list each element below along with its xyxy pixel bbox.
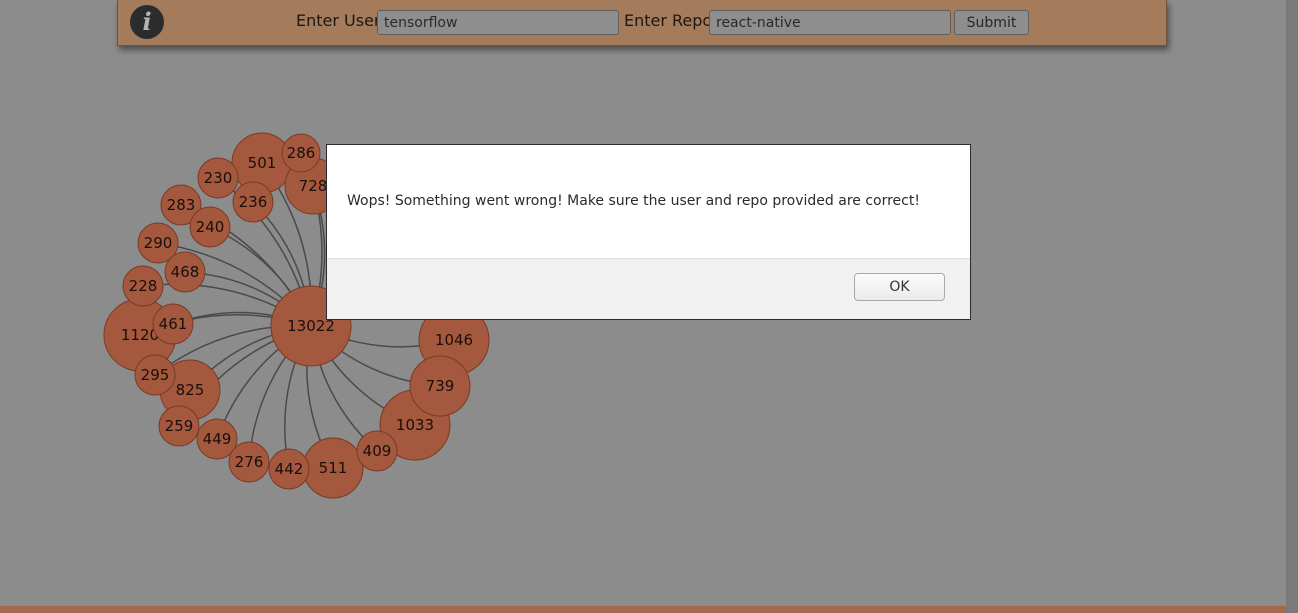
graph-node-label: 240 (196, 218, 225, 236)
graph-node-label: 1046 (435, 331, 473, 349)
graph-node-label: 276 (235, 453, 264, 471)
graph-node[interactable]: 295 (134, 354, 176, 396)
graph-node-label: 295 (141, 366, 170, 384)
ok-button[interactable]: OK (854, 273, 945, 301)
graph-node[interactable]: 461 (152, 303, 194, 345)
graph-node-label: 511 (319, 459, 348, 477)
graph-node-label: 228 (129, 277, 158, 295)
repo-input[interactable] (709, 10, 951, 35)
graph-node-label: 449 (203, 430, 232, 448)
graph-node[interactable]: 286 (281, 133, 321, 173)
graph-node-label: 501 (248, 154, 277, 172)
graph-node-label: 290 (144, 234, 173, 252)
graph-node[interactable]: 236 (232, 181, 274, 223)
dialog-footer: OK (327, 258, 970, 319)
graph-node-label: 236 (239, 193, 268, 211)
graph-node[interactable]: 409 (356, 430, 398, 472)
graph-node-label: 283 (167, 196, 196, 214)
graph-node[interactable]: 468 (164, 251, 206, 293)
graph-node-label: 461 (159, 315, 188, 333)
graph-node[interactable]: 276 (228, 441, 270, 483)
graph-node-label: 442 (275, 460, 304, 478)
graph-node-label: 259 (165, 417, 194, 435)
graph-node-label: 409 (363, 442, 392, 460)
info-icon[interactable]: i (130, 5, 164, 39)
repo-label: Enter Repo (624, 11, 713, 30)
dialog-message: Wops! Something went wrong! Make sure th… (347, 193, 920, 209)
alert-dialog: Wops! Something went wrong! Make sure th… (326, 144, 971, 320)
submit-button[interactable]: Submit (954, 10, 1029, 35)
header-bar: i Enter User Enter Repo Submit (117, 0, 1167, 46)
graph-node-label: 825 (176, 381, 205, 399)
user-label: Enter User (296, 11, 381, 30)
graph-node[interactable]: 511 (302, 437, 364, 499)
graph-node[interactable]: 228 (122, 265, 164, 307)
dialog-body: Wops! Something went wrong! Make sure th… (327, 145, 970, 258)
page: 1120 1033 1046 501 825 511 739 728 230 236 283 240 2… (0, 0, 1298, 613)
graph-node[interactable]: 739 (409, 355, 471, 417)
graph-node[interactable]: 230 (197, 157, 239, 199)
graph-node[interactable]: 240 (189, 206, 231, 248)
graph-node-label: 728 (299, 177, 328, 195)
graph-node-label: 468 (171, 263, 200, 281)
graph-node[interactable]: 259 (158, 405, 200, 447)
user-input[interactable] (377, 10, 619, 35)
graph-node-label: 286 (287, 144, 316, 162)
graph-node-label: 1033 (396, 416, 434, 434)
graph-node-label: 739 (426, 377, 455, 395)
graph-node-label: 230 (204, 169, 233, 187)
graph-node[interactable]: 442 (268, 448, 310, 490)
